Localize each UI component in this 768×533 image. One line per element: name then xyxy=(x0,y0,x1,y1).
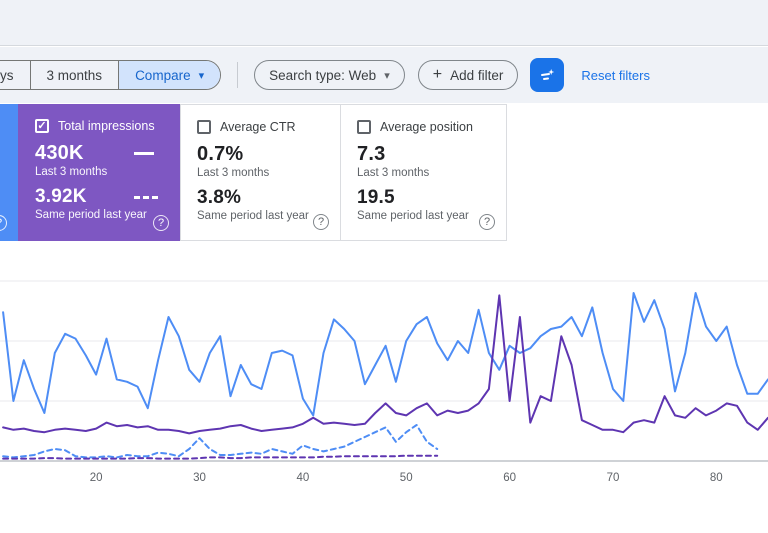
chevron-down-icon: ▾ xyxy=(384,69,390,82)
svg-text:30: 30 xyxy=(193,472,206,484)
checkbox-unchecked-icon[interactable] xyxy=(357,120,371,134)
period-label: Same period last year xyxy=(197,210,309,222)
solid-line-indicator-icon xyxy=(134,152,154,155)
search-type-label: Search type: Web xyxy=(269,67,377,83)
chevron-down-icon: ▾ xyxy=(198,69,205,82)
ctr-current-value: 0.7% xyxy=(197,143,244,165)
period-label: Same period last year xyxy=(35,209,147,221)
help-icon[interactable]: ? xyxy=(0,215,7,231)
dashed-line-indicator-icon xyxy=(134,195,158,199)
checkbox-checked-icon[interactable]: ✓ xyxy=(35,119,49,133)
period-label: Last 3 months xyxy=(197,167,270,179)
impressions-current-value: 430K xyxy=(35,142,84,164)
filter-settings-button[interactable] xyxy=(530,58,565,92)
average-ctr-card[interactable]: Average CTR 0.7% Last 3 months 3.8% Same… xyxy=(180,104,341,241)
impressions-previous-value: 3.92K xyxy=(35,186,87,207)
svg-text:70: 70 xyxy=(607,472,620,484)
ctr-previous-value: 3.8% xyxy=(197,187,242,208)
compare-label: Compare xyxy=(135,67,191,83)
performance-chart[interactable]: 20 30 40 50 60 70 80 xyxy=(0,260,768,490)
date-range-3-months-button[interactable]: 3 months xyxy=(29,61,119,89)
toolbar-divider xyxy=(237,62,239,88)
svg-text:80: 80 xyxy=(710,472,723,484)
svg-text:60: 60 xyxy=(503,472,516,484)
date-range-days-button[interactable]: days xyxy=(0,61,30,89)
reset-filters-link[interactable]: Reset filters xyxy=(581,68,650,83)
search-type-dropdown[interactable]: Search type: Web ▾ xyxy=(254,60,405,90)
card-title: Total impressions xyxy=(58,119,155,133)
add-filter-button[interactable]: + Add filter xyxy=(417,60,519,90)
help-icon[interactable]: ? xyxy=(153,215,169,231)
filter-toolbar: days 3 months Compare ▾ Search type: Web… xyxy=(0,47,768,103)
filter-icon xyxy=(538,66,556,84)
plus-icon: + xyxy=(432,66,443,83)
position-current-value: 7.3 xyxy=(357,143,386,165)
checkbox-unchecked-icon[interactable] xyxy=(197,120,211,134)
header-strip xyxy=(0,0,768,46)
card-title: Average position xyxy=(380,120,473,134)
date-range-compare-button[interactable]: Compare ▾ xyxy=(118,61,221,89)
help-icon[interactable]: ? xyxy=(479,214,495,230)
add-filter-label: Add filter xyxy=(450,67,504,83)
period-label: Same period last year xyxy=(357,210,469,222)
performance-page: days 3 months Compare ▾ Search type: Web… xyxy=(0,0,768,533)
position-previous-value: 19.5 xyxy=(357,187,395,208)
help-icon[interactable]: ? xyxy=(313,214,329,230)
total-clicks-card[interactable]: ? xyxy=(0,104,18,241)
total-impressions-card[interactable]: ✓ Total impressions 430K Last 3 months 3… xyxy=(18,104,180,241)
metric-cards-row: ? ✓ Total impressions 430K Last 3 months… xyxy=(0,104,507,241)
date-range-selector: days 3 months Compare ▾ xyxy=(0,60,222,90)
period-label: Last 3 months xyxy=(35,166,108,178)
svg-text:20: 20 xyxy=(90,472,103,484)
card-title: Average CTR xyxy=(220,120,296,134)
average-position-card[interactable]: Average position 7.3 Last 3 months 19.5 … xyxy=(341,104,507,241)
check-icon: ✓ xyxy=(37,119,47,132)
period-label: Last 3 months xyxy=(357,167,430,179)
svg-text:40: 40 xyxy=(297,472,310,484)
svg-text:50: 50 xyxy=(400,472,413,484)
